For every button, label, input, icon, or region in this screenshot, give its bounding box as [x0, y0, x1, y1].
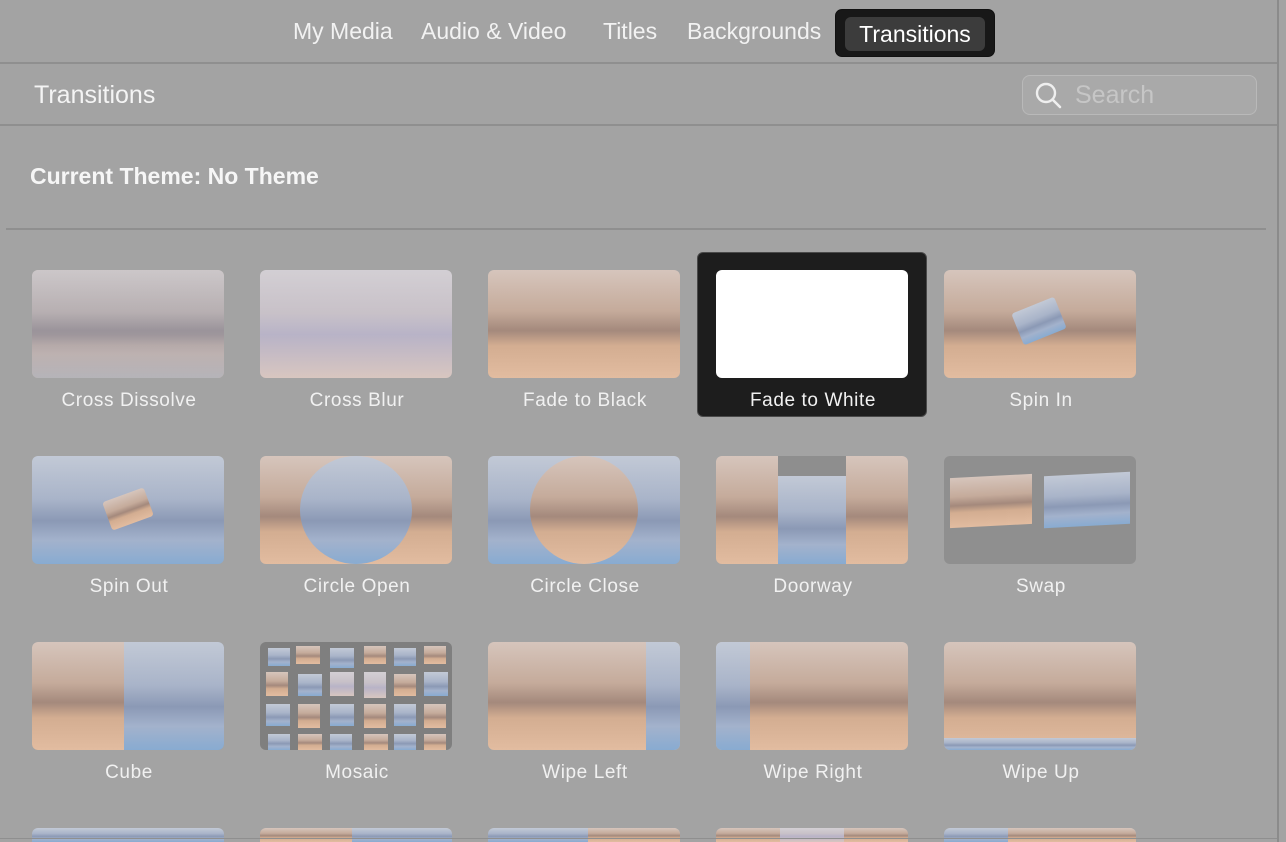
transition-thumbnail-partial[interactable]: [944, 828, 1136, 842]
transition-thumbnail-partial[interactable]: [260, 828, 452, 842]
transition-label: Circle Close: [530, 576, 640, 597]
fade-to-black-thumbnail: [488, 270, 680, 378]
transition-spin-in[interactable]: Spin In: [926, 253, 1156, 417]
transition-circle-open[interactable]: Circle Open: [242, 439, 472, 603]
transition-thumbnail-partial[interactable]: [716, 828, 908, 842]
cube-thumbnail: [32, 642, 224, 750]
wipe-left-thumbnail: [488, 642, 680, 750]
transition-thumbnail-partial[interactable]: [488, 828, 680, 842]
tab-divider: [0, 62, 1277, 64]
cross-blur-thumbnail: [260, 270, 452, 378]
circle-close-thumbnail: [488, 456, 680, 564]
spin-out-thumbnail: [32, 456, 224, 564]
media-tab-bar: My Media Audio & Video Titles Background…: [0, 0, 1286, 62]
transition-cube[interactable]: Cube: [14, 625, 244, 789]
transition-label: Swap: [1016, 576, 1066, 597]
transition-fade-to-black[interactable]: Fade to Black: [470, 253, 700, 417]
transition-swap[interactable]: Swap: [926, 439, 1156, 603]
search-icon: [1035, 82, 1062, 109]
transition-label: Wipe Up: [1002, 762, 1080, 783]
transition-label: Circle Open: [303, 576, 411, 597]
transition-label: Cube: [105, 762, 153, 783]
transition-label: Mosaic: [325, 762, 389, 783]
transition-cross-dissolve[interactable]: Cross Dissolve: [14, 253, 244, 417]
tab-transitions-label: Transitions: [859, 21, 971, 47]
transition-label: Fade to White: [749, 390, 877, 411]
fade-to-white-thumbnail: [716, 270, 908, 378]
transition-wipe-left[interactable]: Wipe Left: [470, 625, 700, 789]
transition-label: Cross Dissolve: [61, 390, 197, 411]
transition-cross-blur[interactable]: Cross Blur: [242, 253, 472, 417]
tab-audio-video[interactable]: Audio & Video: [421, 18, 566, 45]
transition-doorway[interactable]: Doorway: [698, 439, 928, 603]
circle-open-thumbnail: [260, 456, 452, 564]
tab-transitions[interactable]: Transitions: [835, 9, 995, 57]
current-theme-label: Current Theme: No Theme: [30, 163, 319, 189]
transition-label: Wipe Right: [763, 762, 863, 783]
swap-thumbnail: [944, 456, 1136, 564]
transition-fade-to-white[interactable]: Fade to White: [697, 252, 927, 417]
transition-label: Spin Out: [89, 576, 169, 597]
browser-title: Transitions: [34, 81, 156, 109]
transition-label: Doorway: [773, 576, 853, 597]
spin-in-thumbnail: [944, 270, 1136, 378]
transition-wipe-right[interactable]: Wipe Right: [698, 625, 928, 789]
mosaic-thumbnail: [260, 642, 452, 750]
bottom-divider: [0, 838, 1277, 839]
tab-transitions-highlight: Transitions: [845, 17, 985, 51]
wipe-right-thumbnail: [716, 642, 908, 750]
search-field[interactable]: [1022, 75, 1257, 115]
transition-thumbnail-partial[interactable]: [32, 828, 224, 842]
search-input[interactable]: [1075, 80, 1245, 110]
doorway-thumbnail: [716, 456, 908, 564]
cross-dissolve-thumbnail: [32, 270, 224, 378]
vertical-scrollbar[interactable]: [1277, 0, 1279, 842]
transition-label: Spin In: [1009, 390, 1073, 411]
transition-label: Fade to Black: [523, 390, 647, 411]
tab-my-media[interactable]: My Media: [293, 18, 393, 45]
transition-label: Cross Blur: [309, 390, 405, 411]
transition-wipe-up[interactable]: Wipe Up: [926, 625, 1156, 789]
tab-backgrounds[interactable]: Backgrounds: [687, 18, 821, 45]
transition-label: Wipe Left: [542, 762, 628, 783]
header-divider: [0, 124, 1277, 126]
wipe-up-thumbnail: [944, 642, 1136, 750]
transition-circle-close[interactable]: Circle Close: [470, 439, 700, 603]
tab-titles[interactable]: Titles: [603, 18, 657, 45]
transition-spin-out[interactable]: Spin Out: [14, 439, 244, 603]
transition-mosaic[interactable]: Mosaic: [242, 625, 472, 789]
theme-divider: [6, 228, 1266, 230]
